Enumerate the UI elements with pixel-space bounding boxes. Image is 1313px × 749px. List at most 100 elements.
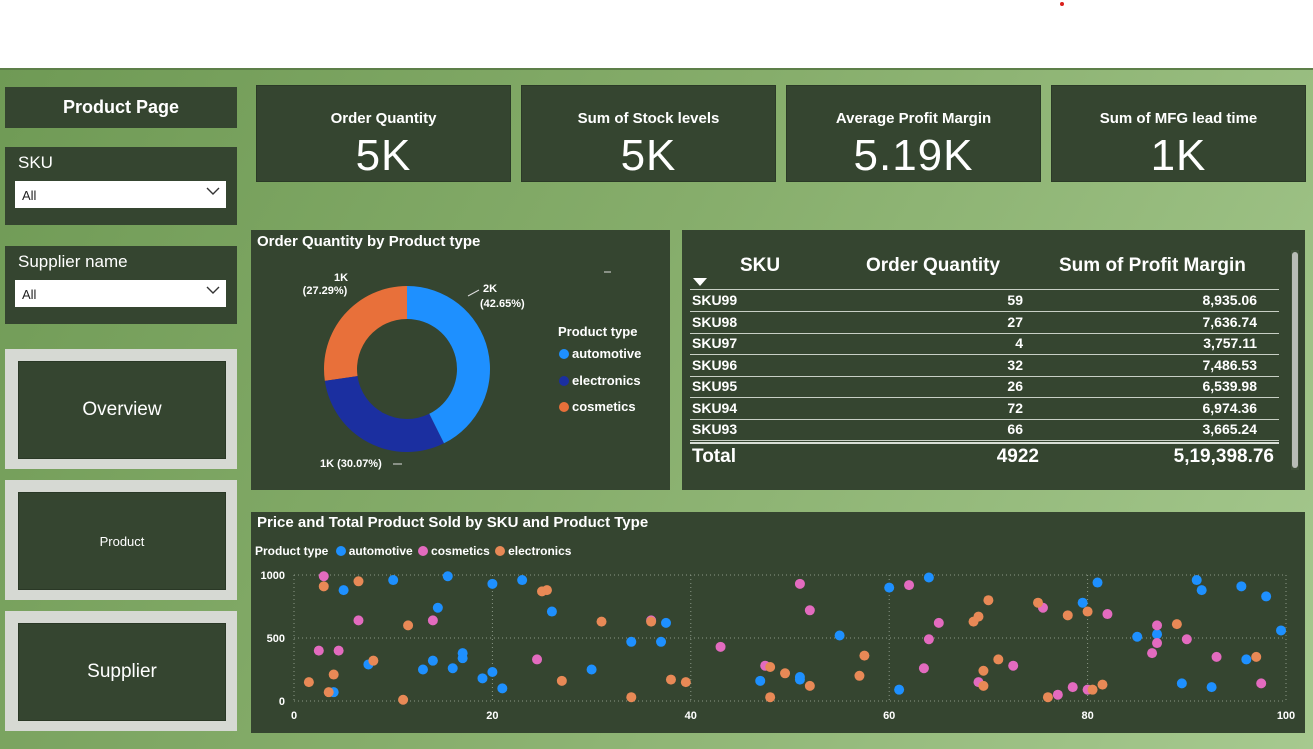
scatter-point-cosmetics[interactable] — [715, 641, 726, 652]
scatter-point-automotive[interactable] — [834, 630, 845, 641]
table-row[interactable]: SKU99 59 8,935.06 — [690, 290, 1279, 312]
scatter-point-automotive[interactable] — [884, 582, 895, 593]
scatter-point-electronics[interactable] — [323, 687, 334, 698]
scatter-point-cosmetics[interactable] — [923, 634, 934, 645]
scatter-point-cosmetics[interactable] — [1181, 634, 1192, 645]
scatter-point-cosmetics[interactable] — [427, 615, 438, 626]
scatter-point-automotive[interactable] — [586, 664, 597, 675]
scatter-point-automotive[interactable] — [388, 575, 399, 586]
scatter-point-electronics[interactable] — [983, 595, 994, 606]
scatter-point-automotive[interactable] — [487, 667, 498, 678]
legend-item-electronics[interactable]: electronics — [559, 373, 641, 388]
scatter-point-cosmetics[interactable] — [1102, 609, 1113, 620]
scatter-point-cosmetics[interactable] — [1052, 689, 1063, 700]
scatter-point-electronics[interactable] — [804, 680, 815, 691]
scatter-point-electronics[interactable] — [780, 668, 791, 679]
scatter-point-automotive[interactable] — [1191, 575, 1202, 586]
scatter-point-cosmetics[interactable] — [1211, 651, 1222, 662]
scatter-point-cosmetics[interactable] — [333, 645, 344, 656]
scatter-point-cosmetics[interactable] — [1152, 638, 1163, 649]
scatter-point-cosmetics[interactable] — [794, 578, 805, 589]
scatter-point-automotive[interactable] — [1276, 625, 1287, 636]
scatter-point-electronics[interactable] — [978, 680, 989, 691]
scatter-point-electronics[interactable] — [403, 620, 414, 631]
scatter-point-electronics[interactable] — [973, 611, 984, 622]
scatter-point-electronics[interactable] — [1033, 597, 1043, 608]
table-row[interactable]: SKU97 4 3,757.11 — [690, 333, 1279, 355]
scatter-point-automotive[interactable] — [1241, 654, 1252, 665]
scatter-point-cosmetics[interactable] — [1067, 682, 1078, 693]
scatter-point-automotive[interactable] — [442, 571, 453, 582]
scatter-point-cosmetics[interactable] — [804, 605, 815, 616]
product-button[interactable]: Product — [18, 492, 226, 590]
scatter-point-cosmetics[interactable] — [933, 617, 944, 628]
donut-slice-cosmetics[interactable] — [324, 286, 407, 381]
scatter-point-cosmetics[interactable] — [904, 580, 915, 591]
scatter-point-automotive[interactable] — [894, 684, 905, 695]
scatter-point-automotive[interactable] — [1092, 577, 1103, 588]
column-header-order-quantity[interactable]: Order Quantity — [866, 255, 1000, 277]
scatter-point-automotive[interactable] — [447, 663, 458, 674]
scatter-point-electronics[interactable] — [854, 670, 865, 681]
scatter-point-electronics[interactable] — [1251, 651, 1262, 662]
legend-item-automotive[interactable]: automotive — [559, 346, 641, 361]
scatter-point-automotive[interactable] — [1132, 631, 1143, 642]
scatter-point-automotive[interactable] — [661, 617, 671, 628]
scatter-point-automotive[interactable] — [487, 578, 498, 589]
scatter-point-electronics[interactable] — [328, 669, 339, 680]
scatter-point-automotive[interactable] — [546, 606, 557, 617]
scatter-point-automotive[interactable] — [1236, 581, 1247, 592]
scatter-point-electronics[interactable] — [1042, 692, 1053, 703]
scatter-point-electronics[interactable] — [1082, 606, 1093, 617]
scatter-point-automotive[interactable] — [427, 655, 438, 666]
scatter-point-cosmetics[interactable] — [1152, 620, 1163, 631]
scatter-point-electronics[interactable] — [665, 674, 676, 685]
scatter-point-electronics[interactable] — [765, 692, 776, 703]
scatter-point-automotive[interactable] — [338, 585, 349, 596]
scatter-point-cosmetics[interactable] — [1256, 678, 1267, 689]
overview-button[interactable]: Overview — [18, 361, 226, 459]
legend-item-cosmetics[interactable]: cosmetics — [559, 399, 636, 414]
scatter-point-automotive[interactable] — [1176, 678, 1187, 689]
scatter-point-electronics[interactable] — [368, 655, 379, 666]
scatter-point-cosmetics[interactable] — [1147, 648, 1158, 659]
scatter-point-automotive[interactable] — [1196, 585, 1207, 596]
scatter-point-electronics[interactable] — [626, 692, 637, 703]
donut-slice-electronics[interactable] — [324, 376, 445, 452]
scatter-point-automotive[interactable] — [1077, 597, 1088, 608]
scatter-point-cosmetics[interactable] — [532, 654, 543, 665]
scatter-point-automotive[interactable] — [417, 664, 428, 675]
sort-descending-icon[interactable] — [693, 278, 707, 287]
scatter-point-electronics[interactable] — [680, 677, 691, 688]
scatter-point-electronics[interactable] — [1087, 684, 1098, 695]
scatter-point-electronics[interactable] — [646, 616, 657, 627]
scatter-point-electronics[interactable] — [1171, 619, 1182, 630]
supplier-dropdown[interactable]: All — [15, 280, 226, 307]
sku-dropdown[interactable]: All — [15, 181, 226, 208]
scatter-point-automotive[interactable] — [656, 636, 667, 647]
column-header-sku[interactable]: SKU — [740, 255, 780, 277]
scatter-point-automotive[interactable] — [923, 572, 934, 583]
table-row[interactable]: SKU94 72 6,974.36 — [690, 398, 1279, 420]
scatter-point-automotive[interactable] — [457, 648, 468, 659]
scatter-point-electronics[interactable] — [993, 654, 1004, 665]
scatter-point-automotive[interactable] — [517, 575, 528, 586]
scatter-point-electronics[interactable] — [303, 677, 314, 688]
scatter-point-electronics[interactable] — [556, 675, 567, 686]
scatter-point-automotive[interactable] — [1206, 682, 1217, 693]
scatter-point-automotive[interactable] — [432, 602, 443, 613]
scatter-point-automotive[interactable] — [755, 675, 766, 686]
scatter-point-automotive[interactable] — [1261, 591, 1272, 602]
scatter-point-electronics[interactable] — [596, 616, 607, 627]
scatter-point-electronics[interactable] — [1062, 610, 1073, 621]
table-row[interactable]: SKU93 66 3,665.24 — [690, 419, 1279, 441]
scatter-point-cosmetics[interactable] — [313, 645, 324, 656]
supplier-button[interactable]: Supplier — [18, 623, 226, 721]
scatter-point-electronics[interactable] — [978, 665, 989, 676]
column-header-profit-margin[interactable]: Sum of Profit Margin — [1059, 255, 1246, 277]
scatter-point-cosmetics[interactable] — [318, 571, 329, 582]
scatter-point-cosmetics[interactable] — [1008, 660, 1019, 671]
table-row[interactable]: SKU95 26 6,539.98 — [690, 376, 1279, 398]
scatter-point-electronics[interactable] — [541, 585, 552, 596]
scatter-point-electronics[interactable] — [318, 581, 329, 592]
